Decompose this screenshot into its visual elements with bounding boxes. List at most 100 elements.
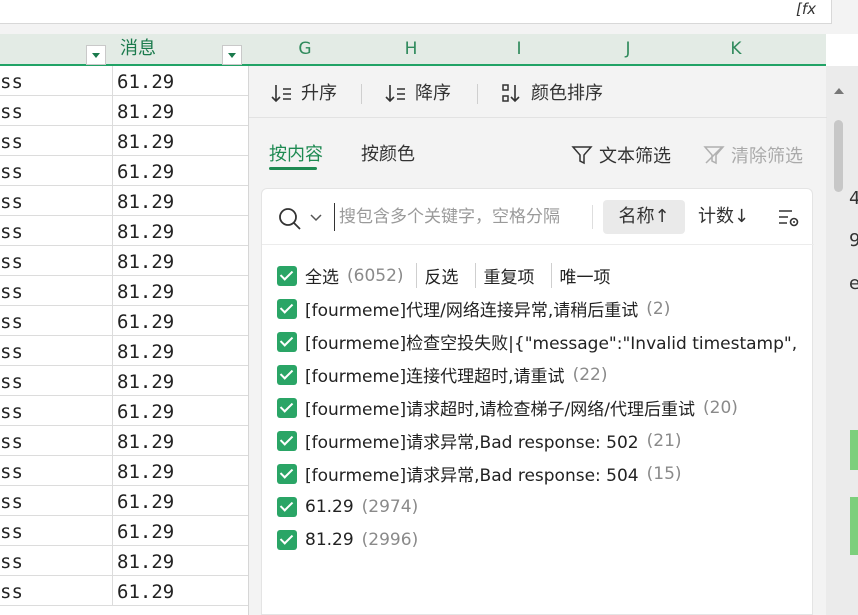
divider [477,84,478,104]
grid-cell[interactable]: ss [0,576,113,606]
grid-cell-value[interactable]: 61.29 [117,156,174,189]
grid-cell[interactable]: ss [0,66,113,96]
column-header-h[interactable]: H [391,34,431,64]
grid-cell-value[interactable]: 81.29 [117,426,174,459]
sort-bar: 升序 降序 颜色排序 [249,66,827,118]
grid-cell[interactable]: ss [0,396,113,426]
column-header-k[interactable]: K [716,34,756,64]
edge-cell-text: e [849,273,858,294]
grid-cell-value[interactable]: 81.29 [117,186,174,219]
grid-cell[interactable]: ss [0,366,113,396]
edge-button[interactable] [850,497,858,555]
clear-filter-button[interactable]: 清除筛选 [703,142,803,168]
filter-dropdown-button-a[interactable] [86,45,106,65]
grid-cell[interactable]: ss [0,306,113,336]
grid-cell[interactable]: ss [0,246,113,276]
search-input[interactable] [334,203,594,231]
item-label: [fourmeme]连接代理超时,请重试 [305,367,565,387]
grid-cell-value[interactable]: 61.29 [117,576,174,609]
list-item[interactable]: [fourmeme]请求超时,请检查梯子/网络/代理后重试 (20) [277,391,807,424]
grid-cell-value[interactable]: 81.29 [117,546,174,579]
list-item[interactable]: [fourmeme]请求异常,Bad response: 504 (15) [277,457,807,490]
list-item[interactable]: [fourmeme]代理/网络连接异常,请稍后重试 (2) [277,292,807,325]
grid-cell[interactable]: ss [0,456,113,486]
item-checkbox[interactable] [277,529,297,550]
table-row: ss 61.29 [0,516,248,546]
list-item[interactable]: 81.29 (2996) [277,523,807,556]
text-filter-button[interactable]: 文本筛选 [571,142,671,168]
search-icon[interactable] [278,207,302,231]
item-checkbox[interactable] [277,364,297,385]
grid-cell-value[interactable]: 81.29 [117,96,174,129]
select-all-label[interactable]: 全选 [305,263,339,288]
item-checkbox[interactable] [277,298,297,319]
grid-cell[interactable]: ss [0,336,113,366]
column-header-i[interactable]: I [499,34,539,64]
grid-cell-value[interactable]: 81.29 [117,336,174,369]
sort-by-count-button[interactable]: 计数↓ [698,200,749,234]
grid-cell[interactable]: ss [0,276,113,306]
fx-icon[interactable]: [fx [796,0,816,18]
unique-link[interactable]: 唯一项 [550,263,619,288]
grid-cell[interactable]: ss [0,486,113,516]
grid-cell-value[interactable]: 81.29 [117,246,174,279]
grid-cell[interactable]: ss [0,546,113,576]
formula-input[interactable] [0,0,832,24]
scrollbar-thumb[interactable] [834,120,843,192]
edge-button[interactable] [850,430,858,470]
grid-cell-value[interactable]: 61.29 [117,516,174,549]
grid-cell[interactable]: ss [0,426,113,456]
select-all-checkbox[interactable] [277,265,297,286]
tab-by-color[interactable]: 按颜色 [361,142,415,172]
grid-cell-value[interactable]: 81.29 [117,126,174,159]
grid-cell[interactable]: ss [0,516,113,546]
item-checkbox[interactable] [277,463,297,484]
filter-panel: 升序 降序 颜色排序 按内容 按颜色 文本筛选 清除筛选 名称↑ 计数↓ [248,66,827,615]
duplicates-link[interactable]: 重复项 [474,263,543,288]
grid-cell-value[interactable]: 61.29 [117,66,174,99]
list-item[interactable]: [fourmeme]连接代理超时,请重试 (22) [277,358,807,391]
invert-selection-link[interactable]: 反选 [415,263,467,288]
sort-descending-label: 降序 [415,83,451,104]
item-count: (15) [646,463,682,484]
color-sort-button[interactable]: 颜色排序 [501,82,603,106]
filter-dropdown-button-message[interactable] [222,45,242,65]
sort-descending-button[interactable]: 降序 [385,82,451,106]
list-item[interactable]: [fourmeme]请求异常,Bad response: 502 (21) [277,424,807,457]
item-checkbox[interactable] [277,397,297,418]
grid-cell-value[interactable]: 61.29 [117,486,174,519]
table-row: ss 81.29 [0,216,248,246]
grid-cell[interactable]: ss [0,126,113,156]
grid-cell-value[interactable]: 81.29 [117,366,174,399]
item-count: (21) [646,430,682,451]
item-label: 61.29 [305,496,354,517]
sort-ascending-button[interactable]: 升序 [271,82,337,106]
list-item[interactable]: 61.29 (2974) [277,490,807,523]
column-header-g[interactable]: G [285,34,325,64]
grid-cell-value[interactable]: 61.29 [117,306,174,339]
grid-cell-value[interactable]: 81.29 [117,216,174,249]
item-checkbox[interactable] [277,331,297,352]
grid-cell-value[interactable]: 81.29 [117,276,174,309]
column-header-j[interactable]: J [608,34,648,64]
list-item[interactable]: [fourmeme]检查空投失败|{"message":"Invalid tim… [277,325,807,358]
item-count: (22) [572,364,608,385]
grid-cell[interactable]: ss [0,186,113,216]
item-checkbox[interactable] [277,496,297,517]
item-label: [fourmeme]请求异常,Bad response: 502 [305,433,639,453]
grid-cell[interactable]: ss [0,156,113,186]
chevron-down-icon[interactable] [310,213,322,223]
item-checkbox[interactable] [277,430,297,451]
scroll-up-arrow-icon[interactable] [834,88,844,94]
column-header-row: 消息 G H I J K [0,34,826,66]
clear-filter-icon [703,146,725,165]
grid-cell[interactable]: ss [0,216,113,246]
grid-cell-value[interactable]: 81.29 [117,456,174,489]
grid-cell-value[interactable]: 61.29 [117,396,174,429]
formula-strip: [fx [0,0,858,34]
list-settings-icon[interactable] [778,208,800,228]
sort-by-name-button[interactable]: 名称↑ [603,200,685,234]
sort-ascending-icon [271,85,291,103]
filter-icon [571,146,593,165]
grid-cell[interactable]: ss [0,96,113,126]
